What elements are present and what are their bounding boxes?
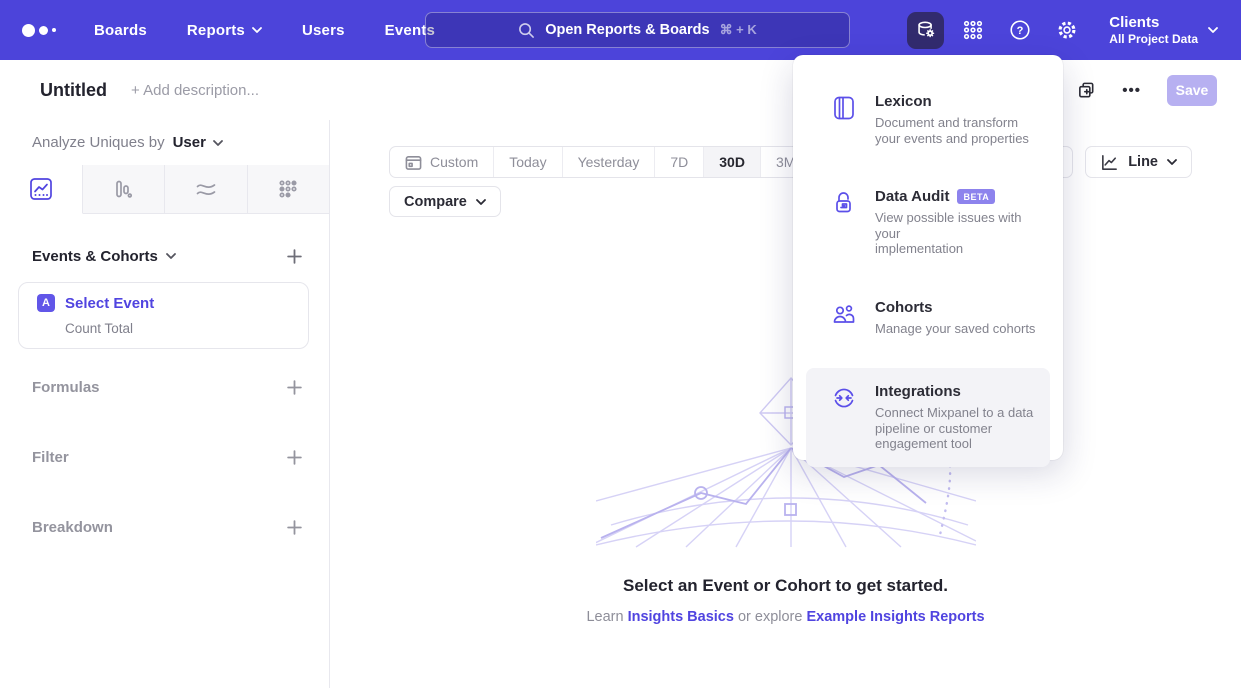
data-management-button[interactable]: [907, 12, 944, 49]
event-series-badge: A: [37, 294, 55, 312]
empty-state-subtitle: Learn Insights Basics or explore Example…: [586, 609, 984, 625]
chevron-down-icon: [476, 199, 486, 205]
filter-label: Filter: [32, 449, 69, 466]
svg-text:?: ?: [1016, 25, 1023, 37]
breakdown-section: Breakdown: [32, 512, 303, 542]
plus-icon: [286, 519, 303, 536]
menu-item-integrations[interactable]: Integrations Connect Mixpanel to a data …: [806, 368, 1050, 467]
lexicon-book-icon: [831, 95, 857, 121]
insights-basics-link[interactable]: Insights Basics: [628, 609, 734, 625]
date-range-7d[interactable]: 7D: [655, 147, 704, 177]
date-range-custom[interactable]: Custom: [390, 147, 494, 177]
chevron-down-icon: [166, 253, 176, 259]
nav-reports[interactable]: Reports: [187, 22, 262, 39]
chevron-down-icon: [252, 27, 262, 33]
plus-icon: [286, 379, 303, 396]
global-search-input[interactable]: Open Reports & Boards ⌘ + K: [425, 12, 850, 48]
menu-item-data-audit[interactable]: Data Audit BETA View possible issues wit…: [806, 180, 1050, 265]
add-filter-button[interactable]: [286, 449, 303, 466]
bar-chart-icon: [112, 178, 134, 200]
title-bar-actions: ••• Save: [1077, 60, 1217, 120]
formulas-label: Formulas: [32, 379, 100, 396]
data-management-menu: Lexicon Document and transform your even…: [793, 55, 1063, 460]
nav-boards[interactable]: Boards: [94, 22, 147, 39]
settings-button[interactable]: [1048, 12, 1085, 49]
account-name: Clients: [1109, 14, 1198, 32]
tab-flow-chart[interactable]: [165, 165, 248, 214]
query-sidebar: Analyze Uniques by User: [0, 120, 330, 688]
calendar-icon: [405, 154, 422, 171]
help-button[interactable]: ?: [1001, 12, 1038, 49]
chevron-down-icon: [1208, 27, 1218, 33]
duplicate-report-button[interactable]: [1077, 81, 1096, 100]
menu-item-lexicon[interactable]: Lexicon Document and transform your even…: [806, 85, 1050, 154]
breakdown-label: Breakdown: [32, 519, 113, 536]
formulas-section: Formulas: [32, 372, 303, 402]
apps-grid-button[interactable]: [954, 12, 991, 49]
date-range-picker: Custom Today Yesterday 7D 30D 3M 6M: [389, 146, 862, 178]
chart-type-tabs: [0, 165, 329, 214]
empty-state: Select an Event or Cohort to get started…: [330, 373, 1241, 625]
date-toolbar: Custom Today Yesterday 7D 30D 3M 6M: [389, 146, 1192, 178]
search-icon: [518, 22, 535, 39]
date-range-yesterday[interactable]: Yesterday: [563, 147, 656, 177]
events-cohorts-header: Events & Cohorts: [32, 243, 303, 269]
events-cohorts-toggle[interactable]: Events & Cohorts: [32, 248, 176, 265]
account-switcher[interactable]: Clients All Project Data: [1109, 14, 1218, 47]
analyze-label: Analyze Uniques by: [32, 134, 165, 151]
add-event-button[interactable]: [286, 248, 303, 265]
tab-line-chart[interactable]: [0, 165, 83, 214]
top-navbar: Boards Reports Users Events Open Reports…: [0, 0, 1241, 60]
chart-type-dropdown[interactable]: Line: [1085, 146, 1192, 178]
cohorts-users-icon: [831, 301, 857, 327]
gear-icon: [1055, 18, 1079, 42]
example-reports-link[interactable]: Example Insights Reports: [806, 609, 984, 625]
help-icon: ?: [1008, 18, 1032, 42]
chevron-down-icon: [213, 140, 223, 146]
add-formula-button[interactable]: [286, 379, 303, 396]
grid-dots-icon: [961, 18, 985, 42]
search-shortcut: ⌘ + K: [720, 22, 757, 38]
report-title[interactable]: Untitled: [40, 80, 107, 101]
app-root: Boards Reports Users Events Open Reports…: [0, 0, 1241, 688]
date-range-today[interactable]: Today: [494, 147, 562, 177]
metric-dots-icon: [277, 178, 299, 200]
add-breakdown-button[interactable]: [286, 519, 303, 536]
mixpanel-logo-icon[interactable]: [22, 24, 56, 37]
primary-nav: Boards Reports Users Events: [94, 22, 435, 39]
flow-icon: [195, 178, 217, 200]
integrations-sync-icon: [831, 385, 857, 411]
tab-metric-chart[interactable]: [248, 165, 330, 214]
navbar-right: ? Clients All Project Data: [907, 0, 1241, 60]
line-chart-axis-icon: [1100, 153, 1119, 172]
data-audit-lock-icon: [831, 190, 857, 216]
event-count-type[interactable]: Count Total: [65, 321, 294, 336]
add-description-field[interactable]: + Add description...: [131, 82, 259, 99]
event-card[interactable]: A Select Event Count Total: [18, 282, 309, 349]
copy-plus-icon: [1077, 81, 1096, 100]
nav-users[interactable]: Users: [302, 22, 345, 39]
chevron-down-icon: [1167, 159, 1177, 165]
more-options-button[interactable]: •••: [1122, 82, 1141, 99]
date-range-30d[interactable]: 30D: [704, 147, 761, 177]
menu-item-cohorts[interactable]: Cohorts Manage your saved cohorts: [806, 291, 1050, 345]
account-project: All Project Data: [1109, 32, 1198, 47]
select-event-label[interactable]: Select Event: [65, 295, 154, 312]
compare-dropdown[interactable]: Compare: [389, 186, 501, 217]
analyze-by-dropdown[interactable]: User: [173, 134, 223, 151]
database-gear-icon: [914, 18, 938, 42]
filter-section: Filter: [32, 442, 303, 472]
line-chart-icon: [30, 178, 52, 200]
plus-icon: [286, 449, 303, 466]
beta-badge: BETA: [957, 189, 995, 204]
search-placeholder: Open Reports & Boards: [545, 22, 709, 38]
save-button[interactable]: Save: [1167, 75, 1217, 106]
report-canvas: Custom Today Yesterday 7D 30D 3M 6M: [330, 120, 1241, 688]
analyze-row: Analyze Uniques by User: [0, 120, 329, 165]
empty-state-title: Select an Event or Cohort to get started…: [623, 576, 948, 596]
plus-icon: [286, 248, 303, 265]
tab-bar-chart[interactable]: [83, 165, 166, 214]
